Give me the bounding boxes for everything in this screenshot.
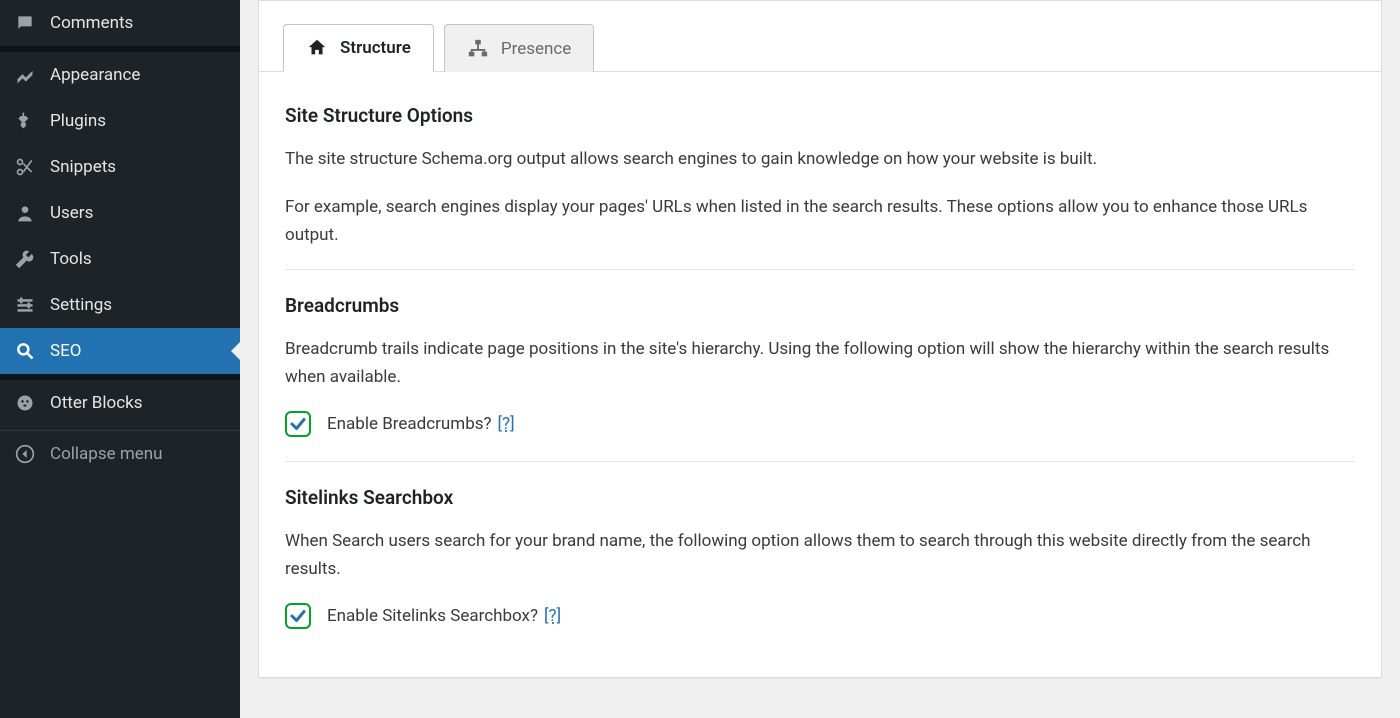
settings-tabs: Structure Presence (259, 1, 1381, 72)
tab-structure[interactable]: Structure (283, 24, 434, 72)
tab-label: Structure (340, 38, 411, 58)
admin-sidebar: Comments Appearance Plugins Snippets Use… (0, 0, 240, 718)
tools-icon (14, 248, 36, 270)
settings-icon (14, 294, 36, 316)
sidebar-item-label: SEO (50, 341, 81, 361)
sidebar-item-settings[interactable]: Settings (0, 282, 240, 328)
sidebar-item-comments[interactable]: Comments (0, 0, 240, 46)
sitelinks-option-row: Enable Sitelinks Searchbox? [?] (285, 603, 1355, 629)
divider (285, 461, 1355, 462)
sidebar-item-plugins[interactable]: Plugins (0, 98, 240, 144)
settings-panel: Structure Presence Site Structure Option… (258, 0, 1382, 678)
site-structure-desc-2: For example, search engines display your… (285, 193, 1355, 249)
sidebar-item-tools[interactable]: Tools (0, 236, 240, 282)
sidebar-item-snippets[interactable]: Snippets (0, 144, 240, 190)
divider (285, 269, 1355, 270)
comments-icon (14, 12, 36, 34)
presence-icon (467, 38, 489, 60)
sidebar-item-appearance[interactable]: Appearance (0, 52, 240, 98)
sidebar-item-label: Snippets (50, 157, 116, 177)
tab-label: Presence (501, 39, 571, 59)
breadcrumbs-heading: Breadcrumbs (285, 294, 1355, 317)
site-structure-desc-1: The site structure Schema.org output all… (285, 145, 1355, 173)
breadcrumbs-desc: Breadcrumb trails indicate page position… (285, 335, 1355, 391)
sidebar-item-label: Settings (50, 295, 112, 315)
enable-sitelinks-checkbox[interactable] (285, 603, 311, 629)
sitelinks-heading: Sitelinks Searchbox (285, 486, 1355, 509)
sidebar-item-label: Appearance (50, 65, 140, 85)
breadcrumbs-option-row: Enable Breadcrumbs? [?] (285, 411, 1355, 437)
sidebar-item-label: Tools (50, 249, 92, 269)
main-content: Structure Presence Site Structure Option… (240, 0, 1400, 718)
sitelinks-desc: When Search users search for your brand … (285, 527, 1355, 583)
plugins-icon (14, 110, 36, 132)
users-icon (14, 202, 36, 224)
tab-presence[interactable]: Presence (444, 24, 594, 72)
sidebar-item-otter-blocks[interactable]: Otter Blocks (0, 380, 240, 426)
appearance-icon (14, 64, 36, 86)
otter-icon (14, 392, 36, 414)
structure-icon (306, 37, 328, 59)
tab-content: Site Structure Options The site structur… (259, 72, 1381, 677)
snippets-icon (14, 156, 36, 178)
sidebar-item-label: Users (50, 203, 93, 223)
sidebar-item-label: Comments (50, 13, 133, 33)
sidebar-item-users[interactable]: Users (0, 190, 240, 236)
breadcrumbs-help-link[interactable]: [?] (498, 414, 515, 434)
sidebar-item-seo[interactable]: SEO (0, 328, 240, 374)
search-icon (14, 340, 36, 362)
collapse-menu-label: Collapse menu (50, 444, 163, 464)
enable-sitelinks-label: Enable Sitelinks Searchbox? (327, 606, 538, 626)
sidebar-item-label: Plugins (50, 111, 106, 131)
site-structure-heading: Site Structure Options (285, 104, 1355, 127)
sitelinks-help-link[interactable]: [?] (544, 606, 561, 626)
sidebar-item-label: Otter Blocks (50, 393, 143, 413)
collapse-menu-button[interactable]: Collapse menu (0, 430, 240, 477)
collapse-icon (14, 443, 36, 465)
enable-breadcrumbs-label: Enable Breadcrumbs? (327, 414, 492, 434)
enable-breadcrumbs-checkbox[interactable] (285, 411, 311, 437)
